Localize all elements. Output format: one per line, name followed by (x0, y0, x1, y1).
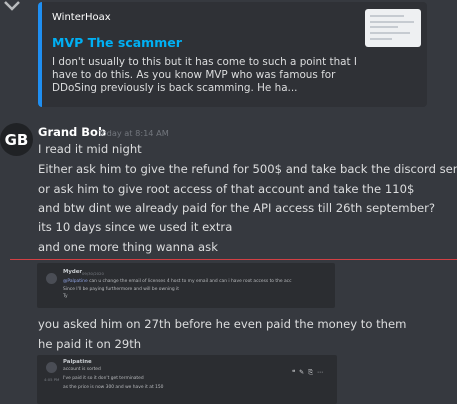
link-embed: WinterHoax MVP The scammer I don't usual… (38, 2, 427, 107)
message-line: Either ask him to give the refund for 50… (38, 162, 457, 176)
quoted-line: I've paid it so it don't get terminated (63, 376, 144, 381)
mention: @Palpatine (63, 279, 88, 284)
quoted-author: Palpatine (63, 359, 92, 365)
message-line: he paid it on 29th (38, 337, 142, 351)
embed-author: WinterHoax (52, 12, 111, 23)
attachment-image[interactable]: Myder 09/30/2020 @Palpatine can u change… (37, 263, 335, 308)
quoted-line: @Palpatine can u change the email of lic… (63, 279, 292, 284)
avatar[interactable]: GB (0, 123, 33, 156)
chevron-down-icon[interactable] (3, 0, 21, 12)
quoted-line: as the price is now 300 and we have it a… (63, 385, 164, 390)
quoted-line: account is sorted (63, 367, 101, 372)
quoted-time: 4:05 PM (44, 377, 60, 382)
embed-thumbnail[interactable] (365, 9, 421, 47)
embed-description: I don't usually to this but it has come … (52, 56, 357, 94)
embed-title-link[interactable]: MVP The scammer (52, 35, 182, 50)
quoted-author: Myder (63, 269, 83, 275)
quoted-line: Ty (63, 294, 68, 299)
message-line: or ask him to give root access of that a… (38, 182, 415, 196)
message-timestamp: Today at 8:14 AM (98, 128, 169, 138)
avatar (46, 273, 57, 284)
avatar (46, 362, 57, 373)
attachment-image[interactable]: Palpatine account is sorted 4:05 PM I've… (37, 355, 337, 404)
quoted-time: 09/30/2020 (82, 271, 104, 276)
quoted-line: Since I'll be paying furthermore and wil… (63, 287, 179, 292)
message-author[interactable]: Grand Bob (38, 125, 106, 139)
message-line: you asked him on 27th before he even pai… (38, 317, 407, 331)
new-messages-divider (10, 259, 457, 260)
message-actions-icon: ❝✎⎘⋯ (291, 369, 327, 376)
message-line: and btw dint we already paid for the API… (38, 201, 436, 215)
message-line: its 10 days since we used it extra (38, 220, 233, 234)
message-line: and one more thing wanna ask (38, 240, 218, 254)
message-line: I read it mid night (38, 142, 142, 156)
